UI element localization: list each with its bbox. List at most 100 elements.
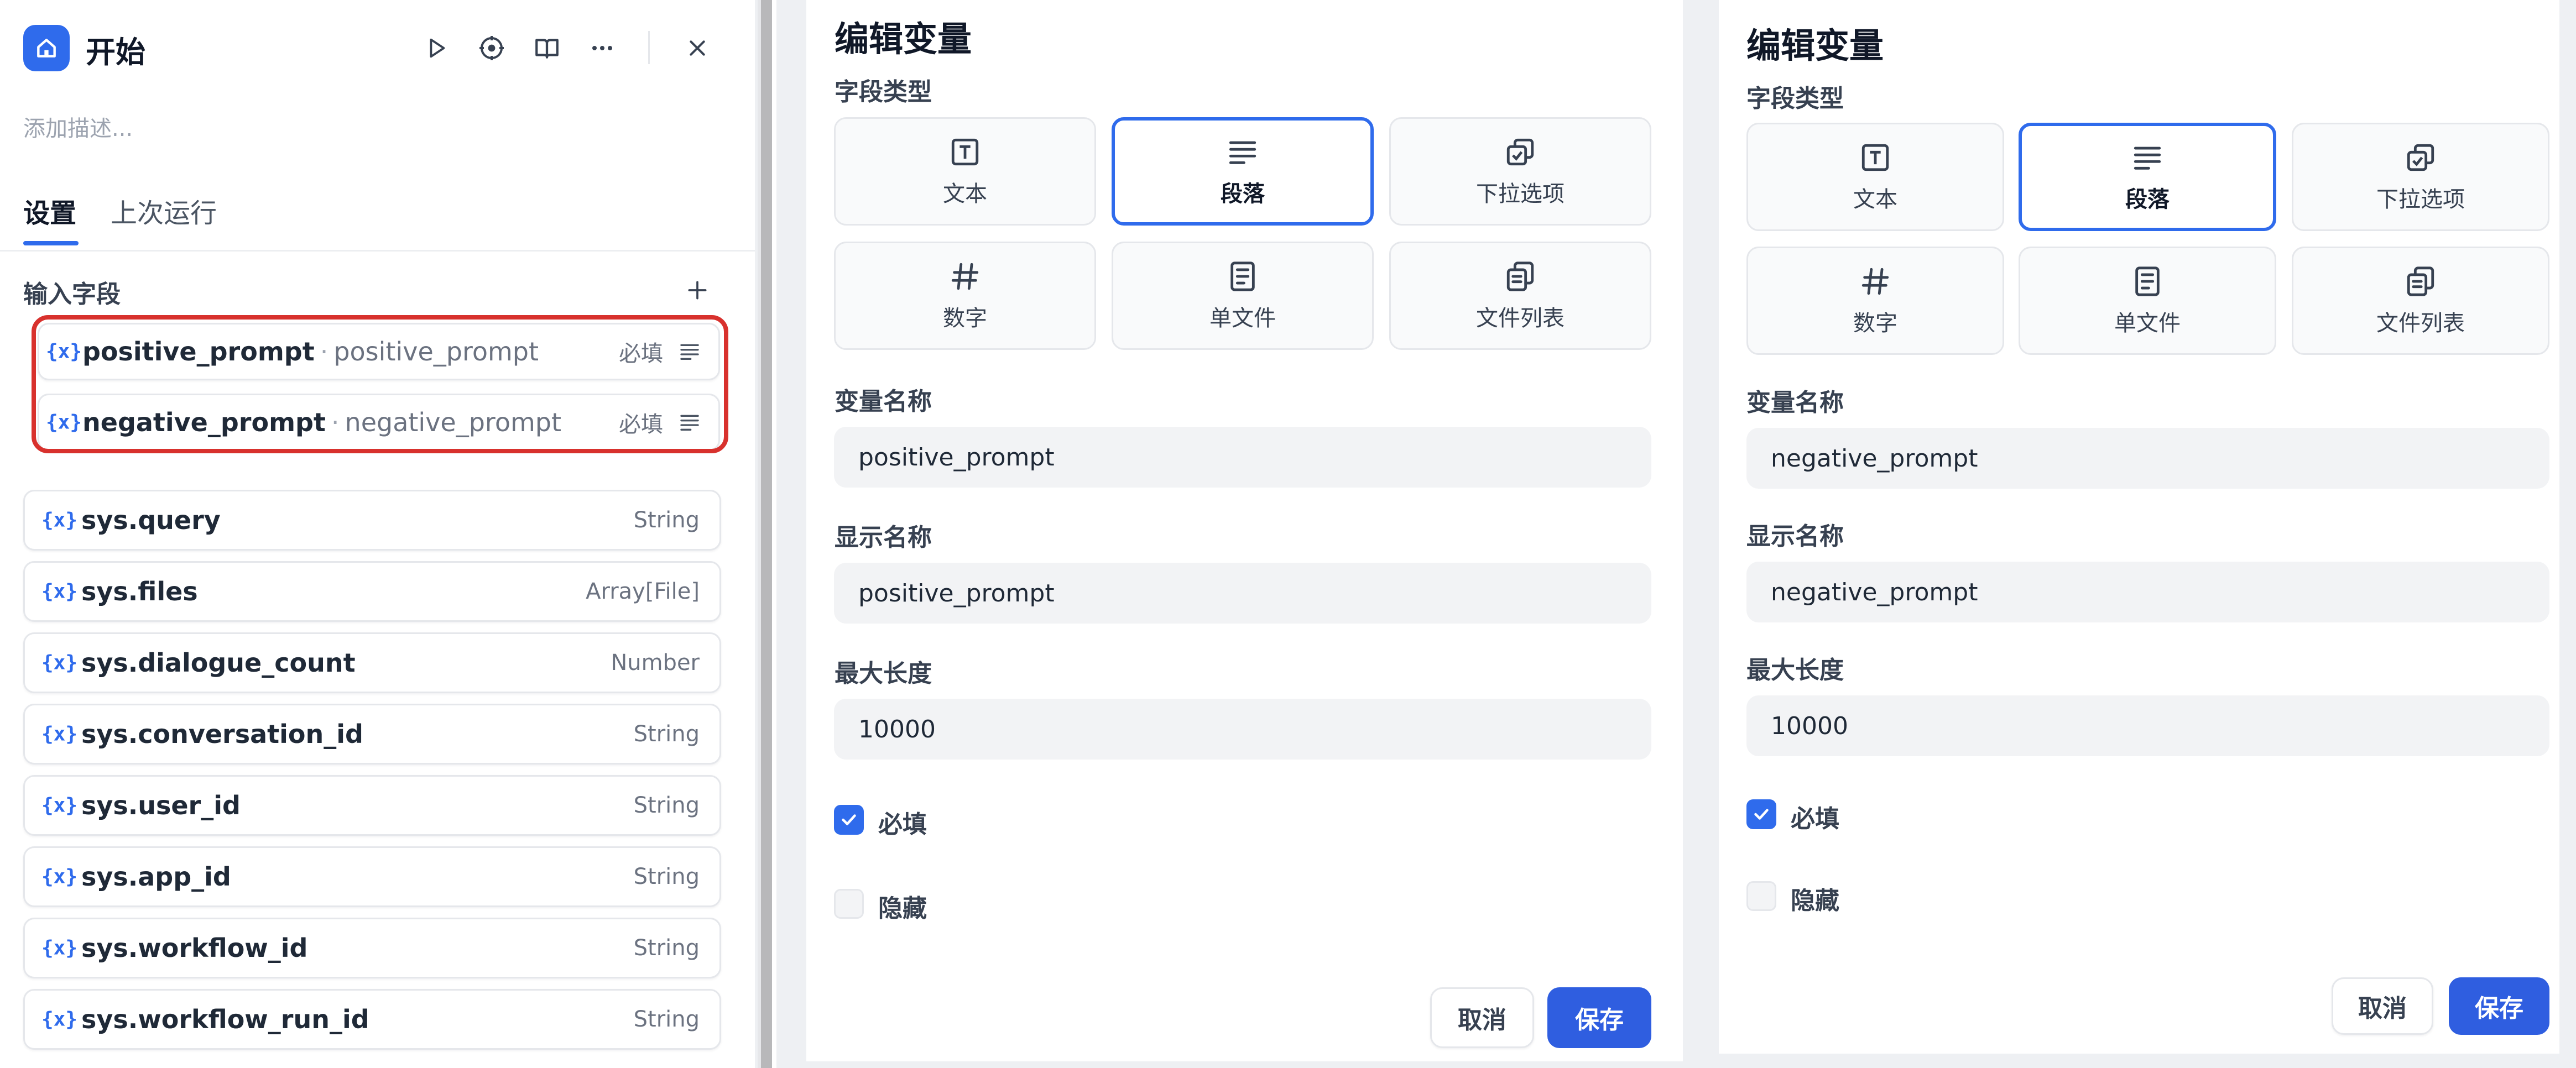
file-icon (1226, 259, 1260, 294)
cancel-button[interactable]: 取消 (2332, 977, 2433, 1035)
variable-icon: {x} (41, 865, 78, 888)
save-button[interactable]: 保存 (1547, 987, 1651, 1048)
variable-icon: {x} (41, 936, 78, 960)
field-type-number[interactable]: 数字 (1746, 247, 2004, 355)
system-var-row: {x} sys.app_id String (23, 846, 721, 907)
system-var-type: Array[File] (586, 579, 700, 604)
field-type-text[interactable]: 文本 (1746, 123, 2004, 231)
save-button[interactable]: 保存 (2449, 977, 2549, 1035)
system-var-row: {x} sys.query String (23, 490, 721, 551)
variable-name-label: 变量名称 (1746, 389, 1844, 417)
file-list-icon (1503, 259, 1537, 294)
system-var-type: String (633, 864, 700, 889)
start-node-panel: 开始 添加描述... 设置 上次运行 输入字段 {x} positive_pro… (0, 0, 755, 1068)
field-type-file[interactable]: 单文件 (1112, 242, 1374, 350)
book-icon[interactable] (530, 31, 564, 65)
field-type-label-paragraph: 段落 (1221, 181, 1265, 207)
hidden-label: 隐藏 (1791, 887, 1839, 915)
field-type-paragraph[interactable]: 段落 (2019, 123, 2276, 231)
field-type-file-list[interactable]: 文件列表 (1389, 242, 1651, 350)
field-type-number[interactable]: 数字 (834, 242, 1096, 350)
field-type-label-file: 单文件 (2114, 311, 2181, 336)
required-checkbox[interactable] (834, 805, 864, 835)
add-field-button[interactable] (678, 271, 717, 310)
file-list-icon (2403, 264, 2438, 299)
field-type-label-file-list: 文件列表 (1476, 306, 1565, 331)
system-var-name: sys.files (81, 577, 198, 606)
edit-variable-modal: 编辑变量 字段类型 文本 段落 下拉选项 数字 单文件 文件列表 变量名称 ne… (1719, 0, 2559, 1054)
input-fields-title: 输入字段 (23, 280, 121, 308)
required-checkbox[interactable] (1746, 799, 1776, 829)
system-var-type: String (633, 507, 700, 533)
panel-header: 开始 (23, 23, 737, 71)
file-icon (2130, 264, 2165, 299)
system-var-row: {x} sys.files Array[File] (23, 561, 721, 622)
system-var-name: sys.user_id (81, 790, 241, 820)
max-length-label: 最大长度 (1746, 656, 1844, 684)
max-length-input[interactable]: 10000 (834, 699, 1651, 760)
field-type-label-number: 数字 (1853, 311, 1897, 336)
run-icon[interactable] (419, 31, 453, 65)
field-type-label-select: 下拉选项 (2376, 187, 2465, 212)
hidden-label: 隐藏 (878, 894, 927, 923)
system-var-row: {x} sys.conversation_id String (23, 704, 721, 765)
max-length-input[interactable]: 10000 (1746, 695, 2549, 756)
variable-name-input[interactable]: positive_prompt (834, 427, 1651, 488)
field-type-label: 字段类型 (835, 78, 932, 106)
hidden-checkbox[interactable] (834, 889, 864, 919)
system-var-name: sys.workflow_run_id (81, 1004, 369, 1034)
active-tab-indicator (23, 241, 79, 245)
field-type-text[interactable]: 文本 (834, 117, 1096, 226)
tabs-divider (0, 250, 755, 252)
panel-scrollbar[interactable] (758, 0, 776, 1068)
field-type-file-list[interactable]: 文件列表 (2292, 247, 2549, 355)
node-title: 开始 (86, 35, 145, 70)
system-var-row: {x} sys.workflow_id String (23, 918, 721, 978)
field-type-select[interactable]: 下拉选项 (2292, 123, 2549, 231)
system-var-row: {x} sys.user_id String (23, 775, 721, 836)
highlight-annotation (32, 315, 728, 453)
system-var-name: sys.workflow_id (81, 933, 308, 963)
display-name-input[interactable]: positive_prompt (834, 563, 1651, 624)
number-icon (948, 259, 982, 294)
display-name-label: 显示名称 (1746, 522, 1844, 551)
field-type-file[interactable]: 单文件 (2019, 247, 2276, 355)
system-var-row: {x} sys.dialogue_count Number (23, 632, 721, 693)
variable-icon: {x} (41, 580, 78, 603)
system-var-type: String (633, 1007, 700, 1032)
required-label: 必填 (1791, 805, 1839, 833)
cancel-button[interactable]: 取消 (1430, 987, 1534, 1048)
paragraph-icon (1226, 135, 1260, 169)
text-icon (1858, 140, 1892, 175)
tab-settings[interactable]: 设置 (23, 191, 76, 230)
variable-name-input[interactable]: negative_prompt (1746, 428, 2549, 489)
field-type-label-file: 单文件 (1209, 306, 1276, 331)
max-length-label: 最大长度 (835, 659, 932, 688)
modal-title: 编辑变量 (1746, 25, 1884, 66)
field-type-label-text: 文本 (1853, 187, 1897, 212)
description-input[interactable]: 添加描述... (23, 111, 133, 143)
panel-tabs: 设置 上次运行 (23, 186, 753, 248)
field-type-select[interactable]: 下拉选项 (1389, 117, 1651, 226)
crosshair-icon[interactable] (474, 31, 509, 65)
select-icon (1503, 135, 1537, 169)
system-var-type: String (633, 721, 700, 747)
close-icon[interactable] (680, 31, 715, 65)
modal-title: 编辑变量 (835, 19, 972, 59)
field-type-label: 字段类型 (1746, 85, 1844, 113)
system-var-type: String (633, 793, 700, 818)
field-type-label-select: 下拉选项 (1476, 181, 1565, 207)
hidden-checkbox[interactable] (1746, 881, 1776, 911)
system-var-name: sys.query (81, 505, 221, 535)
system-var-type: String (633, 935, 700, 961)
display-name-input[interactable]: negative_prompt (1746, 562, 2549, 622)
more-icon[interactable] (585, 31, 619, 65)
field-type-paragraph[interactable]: 段落 (1112, 117, 1374, 226)
variable-icon: {x} (41, 794, 78, 817)
home-icon (23, 25, 70, 71)
variable-icon: {x} (41, 509, 78, 532)
system-var-name: sys.dialogue_count (81, 648, 356, 678)
variable-icon: {x} (41, 651, 78, 674)
text-icon (948, 135, 982, 169)
tab-last-run[interactable]: 上次运行 (111, 191, 217, 230)
